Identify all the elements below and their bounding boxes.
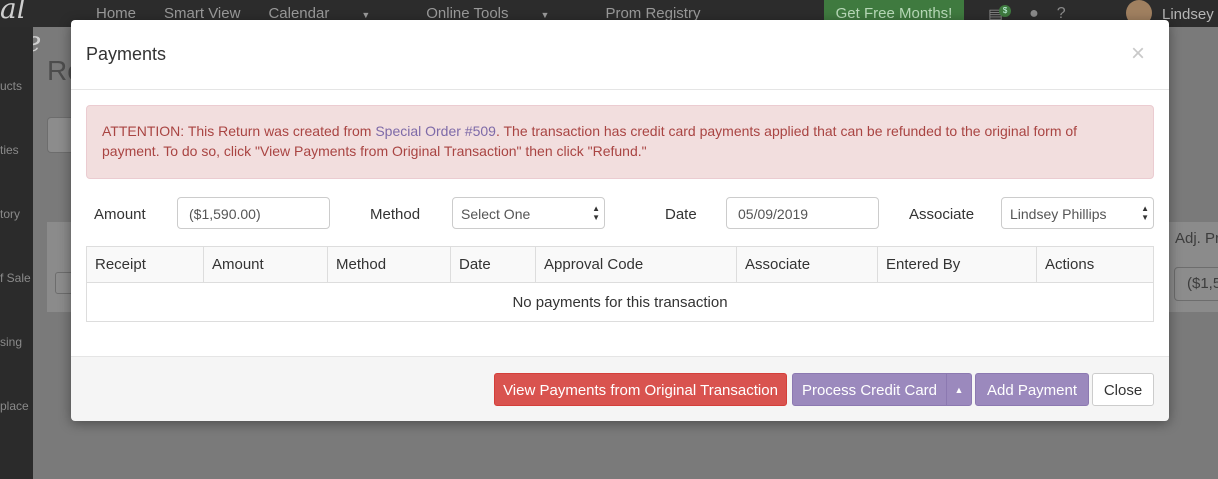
alert-text-prefix: ATTENTION: This Return was created from — [102, 123, 376, 139]
modal-title: Payments — [86, 44, 167, 64]
add-payment-button[interactable]: Add Payment — [975, 373, 1089, 406]
table-header-row: Receipt Amount Method Date Approval Code… — [86, 246, 1154, 283]
sidebar-item-point-of-sale[interactable]: f Sale — [0, 271, 33, 285]
col-receipt: Receipt — [86, 246, 204, 283]
sidebar-item-marketplace[interactable]: place — [0, 399, 33, 413]
col-amount: Amount — [203, 246, 328, 283]
close-icon[interactable]: × — [1131, 40, 1145, 68]
attention-alert: ATTENTION: This Return was created from … — [86, 105, 1154, 179]
empty-table-message: No payments for this transaction — [86, 282, 1154, 322]
col-associate: Associate — [736, 246, 878, 283]
date-label: Date — [665, 206, 697, 223]
table-row: No payments for this transaction — [86, 282, 1154, 322]
select-arrows-icon: ▲ ▼ — [592, 204, 600, 222]
col-entered-by: Entered By — [877, 246, 1037, 283]
user-name[interactable]: Lindsey — [1162, 6, 1214, 23]
process-credit-card-dropdown[interactable]: ▲ — [946, 373, 972, 406]
select-arrows-icon: ▲ ▼ — [1141, 204, 1149, 222]
sidebar-item-activities[interactable]: ties — [0, 143, 33, 157]
modal-header: Payments × — [71, 20, 1169, 90]
amount-field[interactable]: ($1,590.00) — [177, 197, 330, 229]
method-select-value: Select One — [461, 206, 531, 222]
col-date: Date — [450, 246, 536, 283]
payment-form: Amount ($1,590.00) Method Select One ▲ ▼ … — [86, 197, 1154, 231]
col-method: Method — [327, 246, 451, 283]
sidebar: ucts ties tory f Sale sing place — [0, 27, 33, 479]
amount-label: Amount — [94, 206, 146, 223]
modal-footer: View Payments from Original Transaction … — [71, 356, 1169, 421]
caret-up-icon: ▲ — [954, 385, 964, 395]
view-payments-original-button[interactable]: View Payments from Original Transaction — [494, 373, 787, 406]
sidebar-item-products[interactable]: ucts — [0, 79, 33, 93]
adj-price-header: Adj. Pr — [1175, 230, 1218, 247]
associate-label: Associate — [909, 206, 975, 223]
sidebar-item-inventory[interactable]: tory — [0, 207, 33, 221]
chevron-down-icon: ▼ — [540, 10, 550, 20]
status-badge: $ — [999, 5, 1012, 17]
sidebar-item-purchasing[interactable]: sing — [0, 335, 33, 349]
chevron-down-icon: ▼ — [361, 10, 371, 20]
col-approval-code: Approval Code — [535, 246, 737, 283]
associate-select-value: Lindsey Phillips — [1010, 206, 1107, 222]
process-credit-card-button[interactable]: Process Credit Card — [792, 373, 947, 406]
associate-select[interactable]: Lindsey Phillips ▲ ▼ — [1001, 197, 1154, 229]
special-order-link[interactable]: Special Order #509 — [375, 123, 496, 139]
adj-price-input[interactable]: ($1,5 — [1174, 267, 1218, 301]
col-actions: Actions — [1036, 246, 1154, 283]
date-field[interactable]: 05/09/2019 — [726, 197, 879, 229]
payments-table: Receipt Amount Method Date Approval Code… — [86, 246, 1154, 322]
close-button[interactable]: Close — [1092, 373, 1154, 406]
method-label: Method — [370, 206, 421, 223]
method-select[interactable]: Select One ▲ ▼ — [452, 197, 605, 229]
payments-modal: Payments × ATTENTION: This Return was cr… — [71, 20, 1169, 421]
